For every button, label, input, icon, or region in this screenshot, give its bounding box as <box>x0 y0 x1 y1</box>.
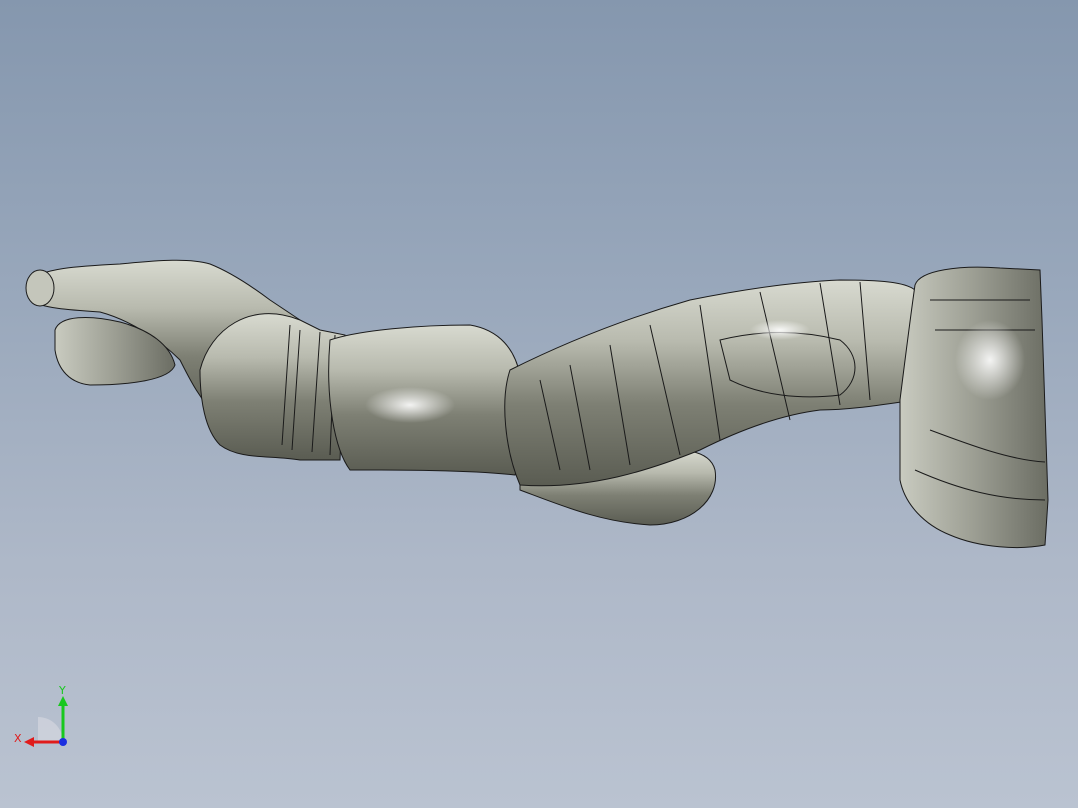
base-block <box>899 266 1049 549</box>
triad-quadrant-icon <box>38 717 63 742</box>
upper-arm <box>504 279 916 487</box>
3d-viewport[interactable]: Y X <box>0 0 1078 808</box>
y-axis-label: Y <box>58 684 66 697</box>
wrist-joint <box>199 313 346 461</box>
coordinate-triad: Y X <box>14 684 68 747</box>
z-axis-dot <box>59 738 67 746</box>
robotic-arm-model[interactable] <box>0 0 1078 808</box>
x-axis-label: X <box>14 732 22 745</box>
forearm-highlight <box>365 387 455 423</box>
